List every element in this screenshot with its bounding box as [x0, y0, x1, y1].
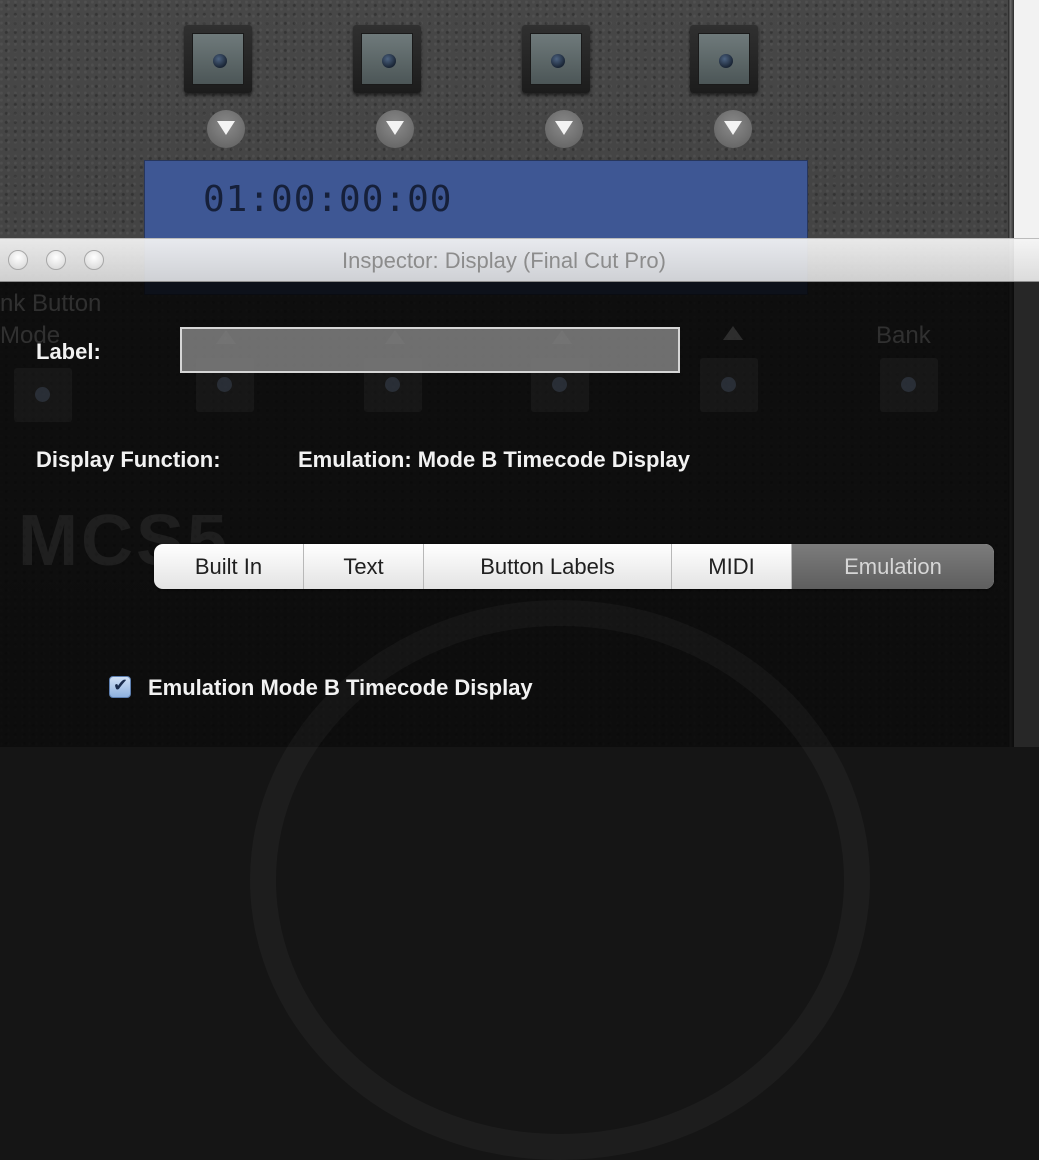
led-icon	[551, 54, 565, 68]
close-button[interactable]	[8, 250, 28, 270]
zoom-button[interactable]	[84, 250, 104, 270]
down-arrow-icon[interactable]	[545, 110, 583, 148]
tab-built-in[interactable]: Built In	[154, 544, 304, 589]
ghost-button	[14, 368, 72, 422]
window-title: Inspector: Display (Final Cut Pro)	[342, 248, 666, 273]
label-input[interactable]	[180, 327, 680, 373]
hardware-button-2[interactable]	[353, 25, 421, 93]
hardware-button-1[interactable]	[184, 25, 252, 93]
timecode-readout: 01:00:00:00	[203, 179, 453, 220]
display-function-value: Emulation: Mode B Timecode Display	[298, 447, 690, 472]
tab-midi[interactable]: MIDI	[672, 544, 792, 589]
tab-segmented-control: Built In Text Button Labels MIDI Emulati…	[154, 544, 994, 589]
tab-emulation[interactable]: Emulation	[792, 544, 994, 589]
ghost-label-bank: Bank	[876, 322, 931, 349]
hardware-button-3[interactable]	[522, 25, 590, 93]
down-arrow-icon[interactable]	[207, 110, 245, 148]
down-arrow-icon[interactable]	[714, 110, 752, 148]
up-arrow-icon	[723, 326, 743, 340]
tab-button-labels[interactable]: Button Labels	[424, 544, 672, 589]
ghost-label-bank-button-mode: nk Button	[0, 290, 102, 317]
down-arrow-icon[interactable]	[376, 110, 414, 148]
inspector-title-bar[interactable]: Inspector: Display (Final Cut Pro)	[0, 238, 1039, 282]
tab-text[interactable]: Text	[304, 544, 424, 589]
label-field-label: Label:	[36, 339, 101, 364]
hardware-button-4[interactable]	[690, 25, 758, 93]
led-icon	[719, 54, 733, 68]
display-function-label: Display Function:	[36, 447, 221, 472]
led-icon	[382, 54, 396, 68]
ghost-button	[700, 358, 758, 412]
led-icon	[213, 54, 227, 68]
emulation-mode-b-checkbox[interactable]	[109, 675, 131, 698]
minimize-button[interactable]	[46, 250, 66, 270]
ghost-button	[880, 358, 938, 412]
checkbox-label[interactable]: Emulation Mode B Timecode Display	[148, 675, 533, 701]
